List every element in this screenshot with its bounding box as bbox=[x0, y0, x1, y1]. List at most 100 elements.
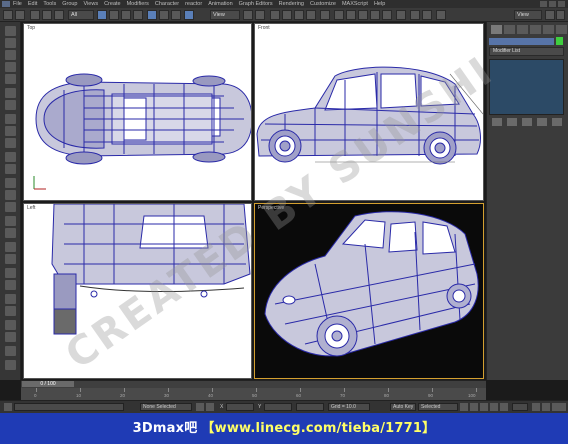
create-camera-icon[interactable] bbox=[5, 164, 16, 174]
create-circle-icon[interactable] bbox=[5, 126, 16, 136]
layer-manager-icon[interactable] bbox=[358, 10, 368, 20]
y-coord-field[interactable] bbox=[264, 403, 292, 411]
snap-toggle-icon[interactable] bbox=[270, 10, 280, 20]
turbosmooth-icon[interactable] bbox=[5, 332, 16, 342]
create-plane-icon[interactable] bbox=[5, 88, 16, 98]
create-sphere-icon[interactable] bbox=[5, 38, 16, 48]
current-frame-field[interactable] bbox=[512, 403, 528, 411]
bind-space-warp-icon[interactable] bbox=[54, 10, 64, 20]
app-icon[interactable] bbox=[2, 1, 10, 7]
ffd-icon[interactable] bbox=[5, 294, 16, 304]
window-crossing-icon[interactable] bbox=[133, 10, 143, 20]
redo-icon[interactable] bbox=[15, 10, 25, 20]
render-type-dropdown[interactable]: View bbox=[514, 10, 542, 20]
percent-snap-icon[interactable] bbox=[294, 10, 304, 20]
viewport-left[interactable]: Left bbox=[23, 203, 252, 379]
shell-icon[interactable] bbox=[5, 320, 16, 330]
menu-file[interactable]: File bbox=[13, 1, 22, 7]
menu-help[interactable]: Help bbox=[374, 1, 385, 7]
auto-key-button[interactable]: Auto Key bbox=[390, 403, 416, 411]
hierarchy-tab-icon[interactable] bbox=[517, 25, 528, 34]
material-editor-icon[interactable] bbox=[396, 10, 406, 20]
menu-tools[interactable]: Tools bbox=[43, 1, 56, 7]
menu-customize[interactable]: Customize bbox=[310, 1, 336, 7]
create-cone-icon[interactable] bbox=[5, 74, 16, 84]
next-frame-icon[interactable] bbox=[490, 403, 498, 411]
reference-coordinate-dropdown[interactable]: View bbox=[210, 10, 240, 20]
select-by-name-icon[interactable] bbox=[109, 10, 119, 20]
menu-edit[interactable]: Edit bbox=[28, 1, 37, 7]
create-light-icon[interactable] bbox=[5, 152, 16, 162]
viewport-label[interactable]: Top bbox=[27, 25, 35, 31]
align-icon[interactable] bbox=[346, 10, 356, 20]
select-move-icon[interactable] bbox=[147, 10, 157, 20]
modify-tab-icon[interactable] bbox=[504, 25, 515, 34]
menu-group[interactable]: Group bbox=[62, 1, 77, 7]
symmetry-icon[interactable] bbox=[5, 280, 16, 290]
modifier-stack[interactable] bbox=[489, 59, 564, 115]
minimize-icon[interactable] bbox=[540, 1, 547, 7]
prev-frame-icon[interactable] bbox=[470, 403, 478, 411]
maximize-icon[interactable] bbox=[549, 1, 556, 7]
render-frame-icon[interactable] bbox=[556, 10, 565, 20]
quick-render-icon[interactable] bbox=[422, 10, 432, 20]
pan-icon[interactable] bbox=[542, 403, 550, 411]
edit-poly-icon[interactable] bbox=[5, 228, 16, 238]
manipulate-icon[interactable] bbox=[255, 10, 265, 20]
configure-sets-icon[interactable] bbox=[552, 118, 562, 126]
menu-create[interactable]: Create bbox=[104, 1, 121, 7]
lock-selection-icon[interactable] bbox=[196, 403, 204, 411]
curve-editor-icon[interactable] bbox=[370, 10, 380, 20]
move-gizmo-icon[interactable] bbox=[184, 10, 194, 20]
banner-site-link[interactable]: 【www.linecg.com/tieba/1771】 bbox=[201, 421, 435, 436]
menu-animation[interactable]: Animation bbox=[208, 1, 232, 7]
create-box-icon[interactable] bbox=[5, 26, 16, 36]
play-icon[interactable] bbox=[480, 403, 488, 411]
orbit-icon[interactable] bbox=[552, 403, 560, 411]
maximize-viewport-icon[interactable] bbox=[560, 403, 566, 411]
viewport-top[interactable]: Top bbox=[23, 23, 252, 201]
create-teapot-icon[interactable] bbox=[5, 100, 16, 110]
motion-tab-icon[interactable] bbox=[530, 25, 541, 34]
select-object-icon[interactable] bbox=[97, 10, 107, 20]
spinner-snap-icon[interactable] bbox=[306, 10, 316, 20]
zoom-icon[interactable] bbox=[532, 403, 540, 411]
render-last-icon[interactable] bbox=[545, 10, 555, 20]
select-rotate-icon[interactable] bbox=[159, 10, 169, 20]
link-icon[interactable] bbox=[30, 10, 40, 20]
mirror-icon[interactable] bbox=[334, 10, 344, 20]
create-cylinder-icon[interactable] bbox=[5, 50, 16, 60]
render-scene-icon[interactable] bbox=[410, 10, 420, 20]
schematic-view-icon[interactable] bbox=[382, 10, 392, 20]
object-name-field[interactable] bbox=[489, 38, 554, 45]
z-coord-field[interactable] bbox=[296, 403, 324, 411]
goto-end-icon[interactable] bbox=[500, 403, 508, 411]
create-torus-icon[interactable] bbox=[5, 62, 16, 72]
display-tab-icon[interactable] bbox=[543, 25, 554, 34]
make-unique-icon[interactable] bbox=[522, 118, 532, 126]
viewport-label[interactable]: Front bbox=[258, 25, 270, 31]
create-tab-icon[interactable] bbox=[491, 25, 502, 34]
modifier-list-dropdown[interactable]: Modifier List bbox=[489, 47, 564, 56]
x-coord-field[interactable] bbox=[226, 403, 254, 411]
time-slider-knob[interactable]: 0 / 100 bbox=[22, 381, 74, 387]
key-mode-dropdown[interactable]: Selected bbox=[418, 403, 458, 411]
goto-start-icon[interactable] bbox=[460, 403, 468, 411]
taper-modifier-icon[interactable] bbox=[5, 190, 16, 200]
region-select-icon[interactable] bbox=[121, 10, 131, 20]
remove-modifier-icon[interactable] bbox=[537, 118, 547, 126]
named-selection-icon[interactable] bbox=[320, 10, 330, 20]
utilities-tab-icon[interactable] bbox=[556, 25, 567, 34]
show-end-result-icon[interactable] bbox=[507, 118, 517, 126]
maxscript-listener-icon[interactable] bbox=[4, 403, 12, 411]
extrude-icon[interactable] bbox=[5, 242, 16, 252]
menu-rendering[interactable]: Rendering bbox=[279, 1, 304, 7]
twist-modifier-icon[interactable] bbox=[5, 202, 16, 212]
viewport-label[interactable]: Left bbox=[27, 205, 35, 211]
menu-views[interactable]: Views bbox=[84, 1, 99, 7]
menu-character[interactable]: Character bbox=[155, 1, 179, 7]
lathe-icon[interactable] bbox=[5, 254, 16, 264]
viewport-front[interactable]: Front bbox=[254, 23, 484, 201]
angle-snap-icon[interactable] bbox=[282, 10, 292, 20]
viewport-label[interactable]: Perspective bbox=[258, 205, 284, 211]
